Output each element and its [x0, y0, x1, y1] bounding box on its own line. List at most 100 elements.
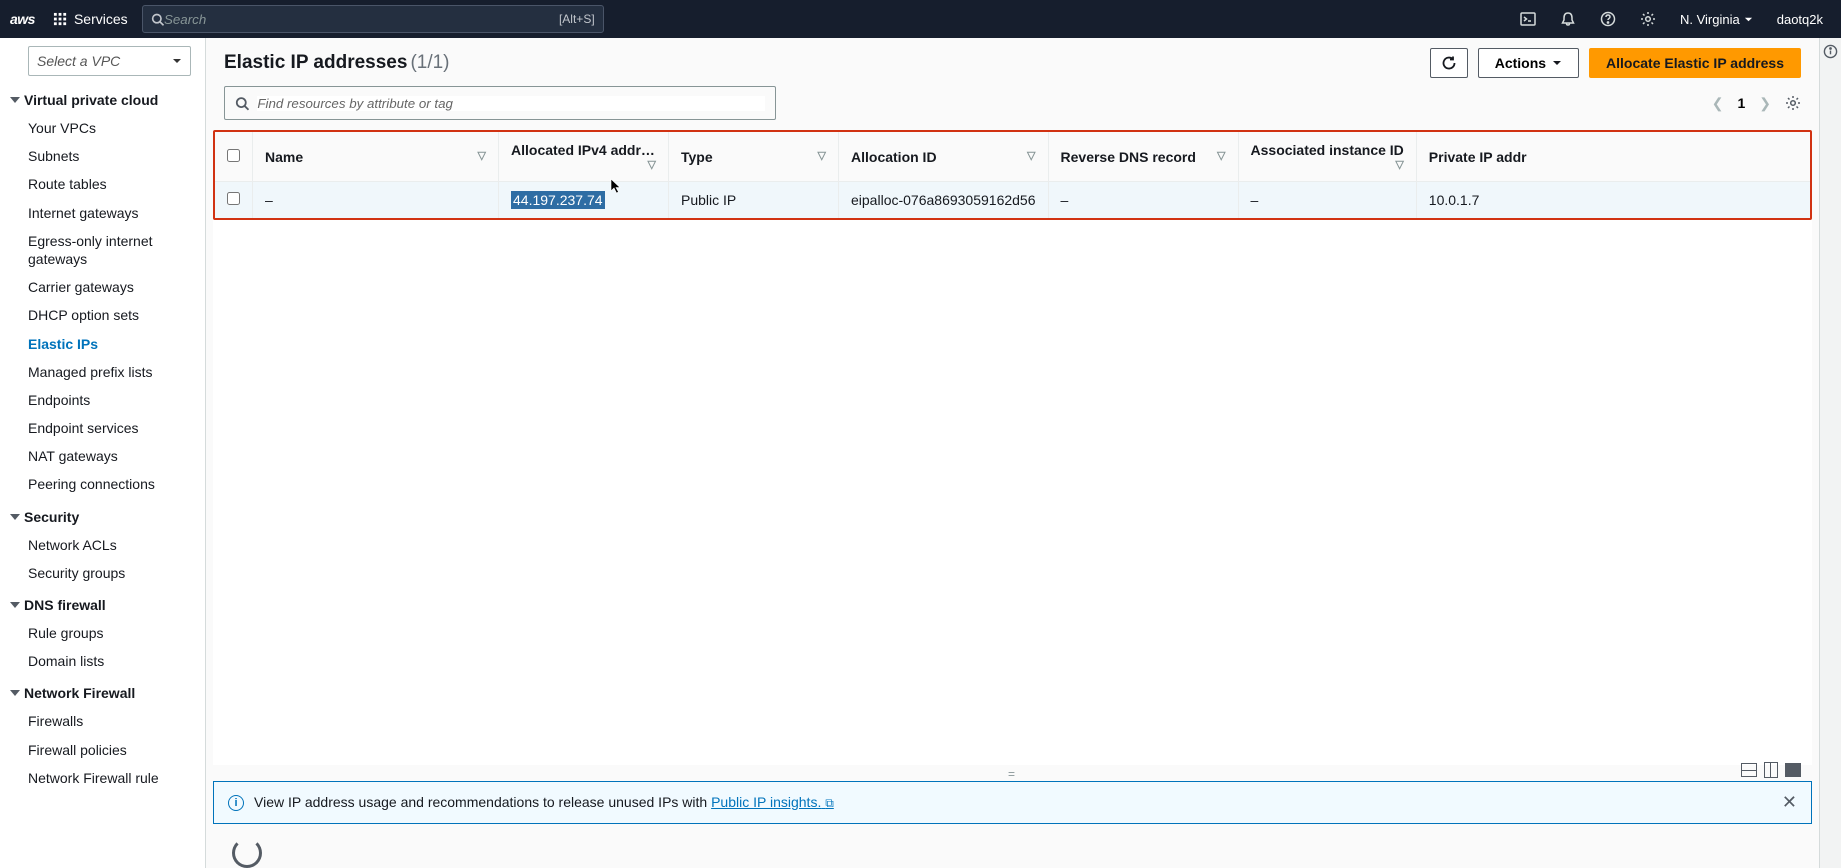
loading-spinner — [232, 838, 262, 868]
sidebar-item-elastic-ips[interactable]: Elastic IPs — [0, 330, 205, 358]
public-ip-insights-link[interactable]: Public IP insights. ⧉ — [711, 794, 834, 810]
banner-text: View IP address usage and recommendation… — [254, 794, 834, 811]
table-settings-button[interactable] — [1785, 95, 1801, 111]
sidebar-item-managed-prefix-lists[interactable]: Managed prefix lists — [0, 358, 205, 386]
sort-icon: ▽ — [818, 149, 826, 162]
sidebar-item-domain-lists[interactable]: Domain lists — [0, 647, 205, 675]
cell-private-ip: 10.0.1.7 — [1416, 182, 1810, 219]
sidebar-item-your-vpcs[interactable]: Your VPCs — [0, 114, 205, 142]
caret-down-icon — [1744, 15, 1753, 24]
external-link-icon: ⧉ — [825, 796, 834, 810]
select-all-checkbox[interactable] — [227, 149, 240, 162]
cell-reverse-dns: – — [1048, 182, 1238, 219]
sidebar-item-security-groups[interactable]: Security groups — [0, 559, 205, 587]
nav-group-title: Security — [24, 509, 79, 525]
table-empty-space — [213, 220, 1812, 765]
region-selector[interactable]: N. Virginia — [1680, 12, 1753, 27]
sidebar-item-route-tables[interactable]: Route tables — [0, 170, 205, 198]
sidebar-item-firewalls[interactable]: Firewalls — [0, 707, 205, 735]
refresh-icon — [1441, 55, 1457, 71]
banner-close-button[interactable]: ✕ — [1782, 792, 1797, 813]
vpc-selector[interactable]: Select a VPC — [28, 46, 191, 76]
eip-table: Name▽ Allocated IPv4 addr…▽ Type▽ Alloca… — [213, 130, 1812, 220]
nav-group-header[interactable]: Virtual private cloud — [0, 86, 205, 114]
triangle-down-icon — [10, 690, 20, 696]
ip-insights-banner: i View IP address usage and recommendati… — [213, 781, 1812, 824]
sidebar-item-firewall-policies[interactable]: Firewall policies — [0, 736, 205, 764]
info-icon: i — [228, 795, 244, 811]
sidebar-item-endpoints[interactable]: Endpoints — [0, 386, 205, 414]
sort-icon: ▽ — [648, 158, 656, 171]
filter-row: ❮ 1 ❯ — [206, 86, 1819, 130]
sort-icon: ▽ — [1217, 149, 1225, 162]
actions-label: Actions — [1495, 55, 1546, 71]
col-allocated-ip[interactable]: Allocated IPv4 addr…▽ — [499, 132, 669, 182]
caret-down-icon — [1552, 58, 1562, 68]
nav-group-header[interactable]: Security — [0, 503, 205, 531]
cloudshell-icon[interactable] — [1520, 11, 1536, 27]
col-private-ip[interactable]: Private IP addr — [1416, 132, 1810, 182]
col-allocation-id[interactable]: Allocation ID▽ — [839, 132, 1049, 182]
global-search[interactable]: [Alt+S] — [142, 5, 604, 33]
refresh-button[interactable] — [1430, 48, 1468, 78]
panel-split-bottom-button[interactable] — [1741, 763, 1757, 777]
nav-group-title: Network Firewall — [24, 685, 135, 701]
col-name[interactable]: Name▽ — [253, 132, 499, 182]
sidebar-item-carrier-gateways[interactable]: Carrier gateways — [0, 273, 205, 301]
filter-input-wrap[interactable] — [224, 86, 776, 120]
grid-icon — [53, 12, 68, 27]
allocate-eip-button[interactable]: Allocate Elastic IP address — [1589, 48, 1801, 78]
page-title: Elastic IP addresses — [224, 52, 407, 74]
sidebar-item-peering-connections[interactable]: Peering connections — [0, 470, 205, 498]
sidebar-item-subnets[interactable]: Subnets — [0, 142, 205, 170]
triangle-down-icon — [10, 97, 20, 103]
sidebar-item-network-acls[interactable]: Network ACLs — [0, 531, 205, 559]
details-splitter[interactable] — [206, 765, 1819, 781]
panel-full-button[interactable] — [1785, 763, 1801, 777]
help-icon[interactable] — [1600, 11, 1616, 27]
search-icon — [235, 96, 249, 111]
page-current: 1 — [1737, 95, 1745, 111]
vpc-selector-placeholder: Select a VPC — [37, 53, 172, 69]
col-reverse-dns[interactable]: Reverse DNS record▽ — [1048, 132, 1238, 182]
table-row[interactable]: –44.197.237.74Public IPeipalloc-076a8693… — [215, 182, 1810, 219]
sidebar-item-dhcp-option-sets[interactable]: DHCP option sets — [0, 301, 205, 329]
col-type[interactable]: Type▽ — [669, 132, 839, 182]
cell-name: – — [253, 182, 499, 219]
sidebar-item-internet-gateways[interactable]: Internet gateways — [0, 199, 205, 227]
services-menu-button[interactable]: Services — [53, 11, 128, 27]
sidebar-item-nat-gateways[interactable]: NAT gateways — [0, 442, 205, 470]
col-assoc-instance[interactable]: Associated instance ID▽ — [1238, 132, 1416, 182]
nav-group-header[interactable]: DNS firewall — [0, 591, 205, 619]
global-search-input[interactable] — [164, 12, 559, 27]
page-prev-button[interactable]: ❮ — [1712, 95, 1724, 112]
topbar-right: N. Virginia daotq2k — [1520, 11, 1831, 27]
right-info-rail[interactable] — [1819, 38, 1841, 868]
region-label: N. Virginia — [1680, 12, 1740, 27]
nav-group-header[interactable]: Network Firewall — [0, 679, 205, 707]
caret-down-icon — [172, 56, 182, 66]
filter-input[interactable] — [257, 96, 765, 111]
global-topbar: aws Services [Alt+S] N. Virginia daotq2k — [0, 0, 1841, 38]
aws-logo[interactable]: aws — [10, 11, 35, 27]
cell-assoc-instance: – — [1238, 182, 1416, 219]
sidebar-item-network-firewall-rule[interactable]: Network Firewall rule — [0, 764, 205, 792]
notifications-icon[interactable] — [1560, 11, 1576, 27]
page-count: (1/1) — [410, 52, 449, 74]
account-username[interactable]: daotq2k — [1777, 12, 1831, 27]
sidebar: Select a VPC Virtual private cloudYour V… — [0, 38, 206, 868]
services-label: Services — [74, 11, 128, 27]
main-content: Elastic IP addresses (1/1) Actions Alloc… — [206, 38, 1819, 868]
sidebar-item-endpoint-services[interactable]: Endpoint services — [0, 414, 205, 442]
page-next-button[interactable]: ❯ — [1759, 95, 1771, 112]
nav-group-title: DNS firewall — [24, 597, 106, 613]
actions-button[interactable]: Actions — [1478, 48, 1579, 78]
cell-allocated-ip[interactable]: 44.197.237.74 — [499, 182, 669, 219]
sort-icon: ▽ — [1027, 149, 1035, 162]
row-checkbox[interactable] — [227, 192, 240, 205]
sidebar-item-egress-only-internet-gateways[interactable]: Egress-only internet gateways — [0, 227, 205, 273]
cell-allocation-id: eipalloc-076a8693059162d56 — [839, 182, 1049, 219]
sidebar-item-rule-groups[interactable]: Rule groups — [0, 619, 205, 647]
settings-icon[interactable] — [1640, 11, 1656, 27]
panel-split-side-button[interactable] — [1764, 762, 1778, 778]
